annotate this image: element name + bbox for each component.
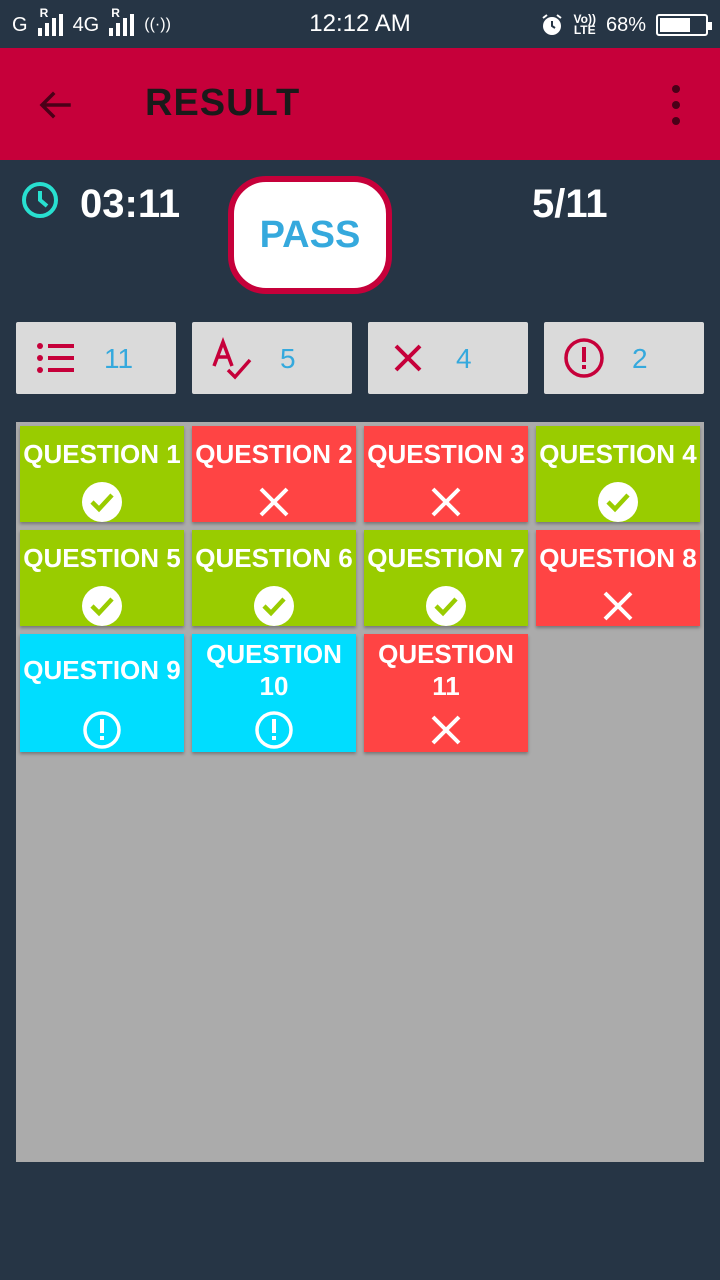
- time-taken: 03:11: [80, 182, 181, 226]
- list-icon: [37, 343, 74, 373]
- stat-correct[interactable]: 5: [192, 322, 352, 394]
- question-tile[interactable]: QUESTION 8: [536, 530, 700, 626]
- question-tile[interactable]: QUESTION 5: [20, 530, 184, 626]
- stat-total[interactable]: 11: [16, 322, 176, 394]
- alarm-icon: [541, 14, 562, 35]
- overflow-menu-button[interactable]: [656, 80, 696, 130]
- arrow-back-icon: [39, 91, 71, 119]
- question-tile[interactable]: QUESTION 11: [364, 634, 528, 752]
- alert-circle-icon: [254, 710, 294, 750]
- close-icon: [426, 482, 466, 522]
- question-tile[interactable]: QUESTION 7: [364, 530, 528, 626]
- close-icon: [394, 344, 422, 372]
- page-title: RESULT: [145, 82, 301, 124]
- dot: [672, 117, 680, 125]
- check-circle-icon: [254, 586, 294, 626]
- question-label: QUESTION 10: [206, 639, 342, 701]
- status-bar: G R 4G R ((·)) 12:12 AM Vo)) LTE 68%: [0, 0, 720, 48]
- check-circle-icon: [82, 586, 122, 626]
- question-label: QUESTION 9: [23, 655, 181, 685]
- dot: [672, 101, 680, 109]
- battery-fill: [660, 18, 690, 32]
- app-bar: RESULT: [0, 48, 720, 160]
- stat-unanswered[interactable]: 2: [544, 322, 704, 394]
- close-icon: [426, 710, 466, 750]
- result-badge: PASS: [228, 176, 392, 294]
- stat-unanswered-value: 2: [632, 343, 648, 374]
- battery-icon: [656, 14, 712, 36]
- question-tile[interactable]: QUESTION 1: [20, 426, 184, 522]
- alert-circle-icon: [564, 338, 604, 378]
- question-tile[interactable]: QUESTION 10: [192, 634, 356, 752]
- status-right: Vo)) LTE 68%: [540, 10, 712, 40]
- question-tile[interactable]: QUESTION 9: [20, 634, 184, 752]
- question-label: QUESTION 1: [23, 439, 181, 469]
- volte-icon: Vo)) LTE: [573, 13, 596, 37]
- back-button[interactable]: [30, 80, 80, 130]
- check-circle-icon: [82, 482, 122, 522]
- question-label: QUESTION 11: [378, 639, 514, 701]
- score: 5/11: [532, 182, 608, 226]
- question-label: QUESTION 6: [195, 543, 353, 573]
- spellcheck-icon: [212, 337, 252, 380]
- stat-wrong[interactable]: 4: [368, 322, 528, 394]
- question-label: QUESTION 7: [367, 543, 525, 573]
- question-label: QUESTION 3: [367, 439, 525, 469]
- volte-bottom: LTE: [573, 23, 596, 37]
- close-icon: [598, 586, 638, 626]
- close-icon: [254, 482, 294, 522]
- question-label: QUESTION 8: [539, 543, 697, 573]
- check-circle-icon: [598, 482, 638, 522]
- question-grid: QUESTION 1 QUESTION 2 QUESTION 3 QUESTION 4…: [16, 422, 704, 1162]
- stat-wrong-value: 4: [456, 343, 472, 374]
- question-tile[interactable]: QUESTION 6: [192, 530, 356, 626]
- question-tile[interactable]: QUESTION 2: [192, 426, 356, 522]
- alert-circle-icon: [82, 710, 122, 750]
- check-circle-icon: [426, 586, 466, 626]
- question-label: QUESTION 4: [539, 439, 697, 469]
- stat-correct-value: 5: [280, 343, 296, 374]
- question-tile[interactable]: QUESTION 3: [364, 426, 528, 522]
- dot: [672, 85, 680, 93]
- clock-icon: [22, 182, 58, 218]
- question-tile[interactable]: QUESTION 4: [536, 426, 700, 522]
- question-label: QUESTION 2: [195, 439, 353, 469]
- battery-percent: 68%: [605, 13, 646, 36]
- stat-total-value: 11: [104, 343, 134, 374]
- question-label: QUESTION 5: [23, 543, 181, 573]
